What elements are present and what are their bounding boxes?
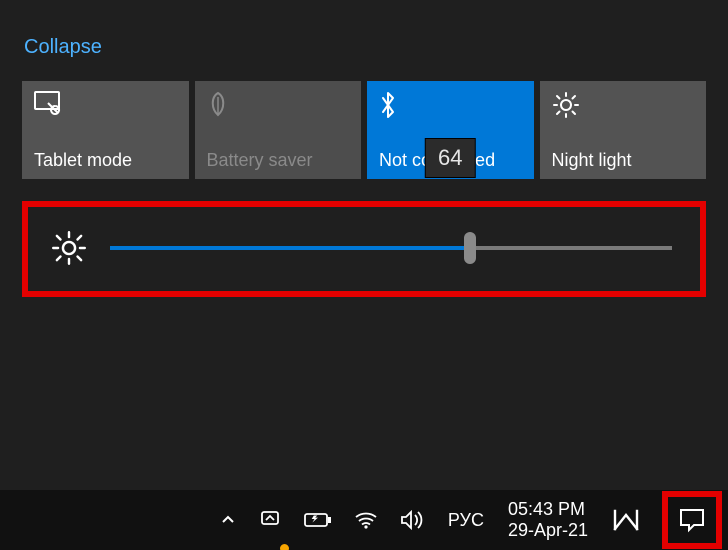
onedrive-sync-icon[interactable] (254, 490, 286, 550)
tile-battery-saver[interactable]: Battery saver (195, 81, 362, 179)
tile-night-light[interactable]: Night light (540, 81, 707, 179)
tray-overflow-chevron-icon[interactable] (216, 490, 240, 550)
night-light-icon (552, 91, 695, 117)
brightness-icon (52, 231, 86, 265)
tablet-mode-icon (34, 91, 177, 117)
tile-label: Battery saver (207, 150, 350, 171)
brightness-slider[interactable] (110, 236, 672, 260)
taskbar: РУС 05:43 PM 29-Apr-21 (0, 490, 728, 550)
volume-icon[interactable] (396, 490, 430, 550)
battery-charging-icon[interactable] (300, 490, 336, 550)
action-center-button[interactable] (662, 491, 722, 549)
tile-tablet-mode[interactable]: Tablet mode (22, 81, 189, 179)
leaf-icon (207, 91, 350, 117)
brightness-tooltip: 64 (426, 139, 474, 177)
brightness-slider-row (22, 201, 706, 297)
wifi-icon[interactable] (350, 490, 382, 550)
taskbar-clock[interactable]: 05:43 PM 29-Apr-21 (502, 499, 594, 540)
quick-action-tiles: Tablet mode Battery saver Not connected … (22, 81, 706, 179)
notification-icon (678, 507, 706, 533)
collapse-link[interactable]: Collapse (24, 36, 102, 59)
tile-label: Night light (552, 150, 695, 171)
tile-label: Tablet mode (34, 150, 177, 171)
clock-time: 05:43 PM (508, 499, 588, 520)
action-center-panel: Collapse Tablet mode Battery saver Not c… (0, 0, 728, 490)
bluetooth-icon (379, 91, 522, 117)
app-icon[interactable] (608, 490, 644, 550)
clock-date: 29-Apr-21 (508, 520, 588, 541)
ime-language-indicator[interactable]: РУС (444, 510, 488, 531)
tile-bluetooth[interactable]: Not connected 64 (367, 81, 534, 179)
slider-fill (110, 246, 470, 250)
slider-thumb[interactable] (464, 232, 476, 264)
